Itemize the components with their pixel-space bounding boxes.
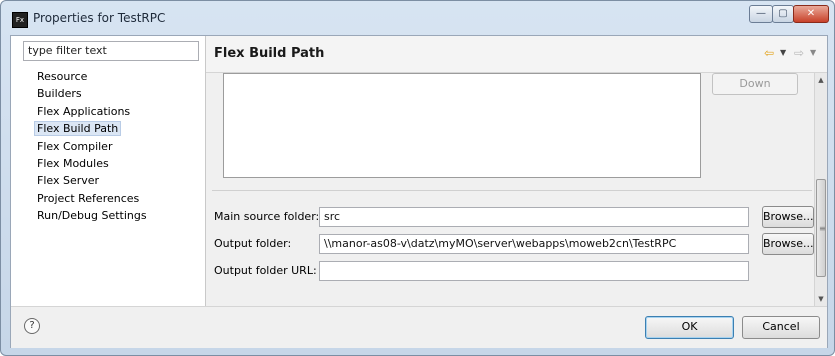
- scroll-up-icon[interactable]: ▲: [815, 73, 827, 87]
- output-folder-label: Output folder:: [214, 237, 292, 250]
- separator: [212, 190, 812, 191]
- ok-button[interactable]: OK: [645, 316, 734, 339]
- properties-dialog: Fx Properties for TestRPC — ▢ ✕ type fil…: [0, 0, 835, 356]
- page-header: Flex Build Path ⇦ ▼ ⇨ ▼: [206, 36, 827, 73]
- dialog-footer: ? OK Cancel: [11, 306, 827, 348]
- category-item-flex-compiler[interactable]: Flex Compiler: [37, 138, 147, 155]
- main-source-browse-button[interactable]: Browse...: [762, 206, 814, 228]
- category-item-project-references[interactable]: Project References: [37, 190, 147, 207]
- vertical-scrollbar[interactable]: ▲ ≡ ▼: [814, 73, 827, 306]
- category-item-flex-applications[interactable]: Flex Applications: [37, 103, 147, 120]
- output-url-label: Output folder URL:: [214, 264, 317, 277]
- grip-icon: ≡: [819, 224, 826, 233]
- main-source-label: Main source folder:: [214, 210, 320, 223]
- forward-arrow-icon[interactable]: ⇨: [794, 46, 804, 60]
- forward-dropdown-icon[interactable]: ▼: [810, 46, 816, 60]
- maximize-button[interactable]: ▢: [772, 5, 794, 23]
- title-bar[interactable]: Fx Properties for TestRPC — ▢ ✕: [1, 1, 834, 35]
- output-folder-browse-button[interactable]: Browse...: [762, 233, 814, 255]
- output-folder-field[interactable]: \\manor-as08-v\datz\myMO\server\webapps\…: [319, 234, 749, 254]
- category-item-builders[interactable]: Builders: [37, 85, 147, 102]
- window-title: Properties for TestRPC: [33, 11, 166, 25]
- scroll-down-icon[interactable]: ▼: [815, 292, 827, 306]
- dialog-body: type filter text Resource Builders Flex …: [10, 35, 828, 348]
- help-icon[interactable]: ?: [24, 318, 40, 334]
- output-url-field[interactable]: [319, 261, 749, 281]
- minimize-button[interactable]: —: [749, 5, 773, 23]
- down-button[interactable]: Down: [712, 73, 798, 95]
- app-icon: Fx: [12, 12, 28, 28]
- category-item-flex-build-path[interactable]: Flex Build Path: [34, 120, 147, 137]
- build-path-list[interactable]: [223, 73, 701, 178]
- main-source-field[interactable]: src: [319, 207, 749, 227]
- page-title: Flex Build Path: [214, 46, 325, 61]
- category-list: Resource Builders Flex Applications Flex…: [34, 68, 147, 225]
- category-item-flex-server[interactable]: Flex Server: [37, 172, 147, 189]
- back-dropdown-icon[interactable]: ▼: [780, 46, 786, 60]
- window-controls: — ▢ ✕: [749, 5, 829, 25]
- back-arrow-icon[interactable]: ⇦: [764, 46, 774, 60]
- category-pane: type filter text Resource Builders Flex …: [11, 36, 206, 306]
- filter-input[interactable]: type filter text: [23, 41, 199, 61]
- scroll-thumb[interactable]: ≡: [816, 179, 826, 277]
- category-item-flex-modules[interactable]: Flex Modules: [37, 155, 147, 172]
- category-item-run-debug-settings[interactable]: Run/Debug Settings: [37, 207, 147, 224]
- close-button[interactable]: ✕: [793, 5, 829, 23]
- build-path-content: Down Main source folder: src Browse... O…: [206, 73, 814, 306]
- category-item-resource[interactable]: Resource: [37, 68, 147, 85]
- settings-pane: Flex Build Path ⇦ ▼ ⇨ ▼ Down Main source…: [206, 36, 827, 306]
- cancel-button[interactable]: Cancel: [742, 316, 820, 339]
